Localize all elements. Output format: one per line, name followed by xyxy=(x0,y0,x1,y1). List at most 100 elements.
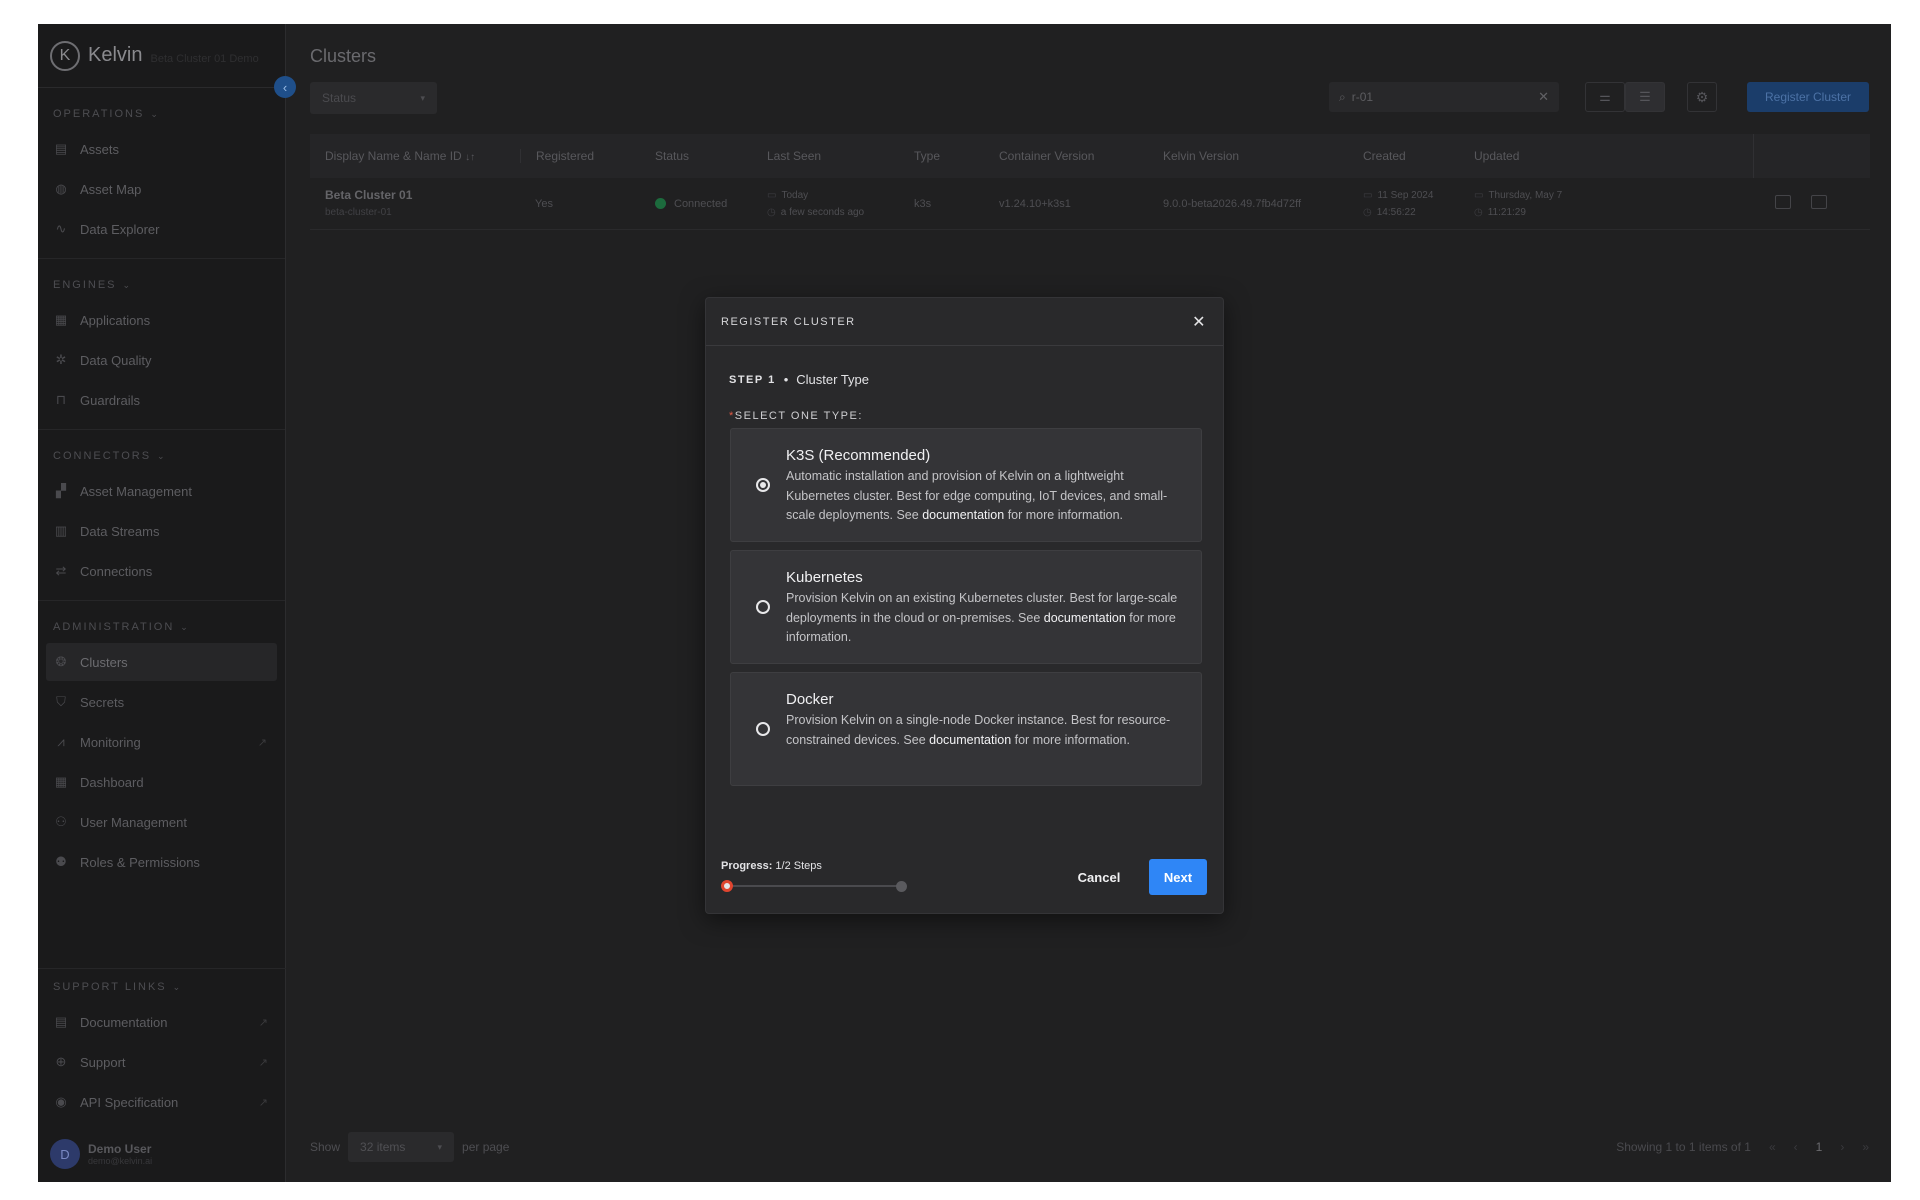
documentation-link[interactable]: documentation xyxy=(1044,611,1126,625)
documentation-link[interactable]: documentation xyxy=(922,508,1004,522)
sidebar-item-user-management[interactable]: ⚇ User Management xyxy=(46,803,277,841)
logo[interactable]: K Kelvin Beta Cluster 01 Demo xyxy=(38,24,285,88)
col-created[interactable]: Created xyxy=(1348,149,1459,163)
sidebar-item-roles-permissions[interactable]: ⚉ Roles & Permissions xyxy=(46,843,277,881)
sidebar-item-dashboard[interactable]: ▦ Dashboard xyxy=(46,763,277,801)
sidebar-item-documentation[interactable]: ▤ Documentation ↗ xyxy=(46,1003,278,1041)
first-page-icon[interactable]: « xyxy=(1769,1140,1776,1154)
clusters-icon: ❂ xyxy=(55,654,67,669)
col-kelvin-version[interactable]: Kelvin Version xyxy=(1148,149,1348,163)
logo-subtitle: Beta Cluster 01 Demo xyxy=(150,52,259,65)
progress-final-step xyxy=(896,881,907,892)
section-title-engines[interactable]: ENGINES ⌄ xyxy=(38,267,285,299)
user-profile[interactable]: D Demo User demo@kelvin.ai xyxy=(38,1126,286,1182)
cell-status: Connected xyxy=(640,198,752,210)
lifebuoy-icon: ⊕ xyxy=(55,1054,67,1069)
section-administration: ADMINISTRATION ⌄ ❂ Clusters ⛉ Secrets ⩘ Moni… xyxy=(38,601,285,891)
barrier-icon: ⊓ xyxy=(55,392,67,407)
prev-page-icon[interactable]: ‹ xyxy=(1794,1140,1798,1154)
page-number[interactable]: 1 xyxy=(1816,1140,1823,1154)
chevron-down-icon: ⌄ xyxy=(150,108,160,119)
external-link-icon: ↗ xyxy=(258,1056,268,1069)
external-link-icon: ↗ xyxy=(258,1016,268,1029)
cell-updated: ▭ Thursday, May 7 ◷ 11:21:29 xyxy=(1474,189,1563,218)
sidebar-item-data-quality[interactable]: ✲ Data Quality xyxy=(46,341,277,379)
collapse-sidebar-button[interactable]: ‹ xyxy=(274,76,296,98)
clear-search-icon[interactable]: ✕ xyxy=(1538,89,1549,105)
section-title-connectors[interactable]: CONNECTORS ⌄ xyxy=(38,438,285,470)
option-docker[interactable]: Docker Provision Kelvin on a single-node… xyxy=(730,672,1202,786)
option-k3s[interactable]: K3S (Recommended) Automatic installation… xyxy=(730,428,1202,542)
next-button[interactable]: Next xyxy=(1149,859,1207,895)
radio-k3s[interactable] xyxy=(756,478,770,492)
sidebar-item-applications[interactable]: ▦ Applications xyxy=(46,301,277,339)
sidebar-item-support[interactable]: ⊕ Support ↗ xyxy=(46,1043,278,1081)
table-row[interactable]: Beta Cluster 01 beta-cluster-01 Yes Conn… xyxy=(310,178,1870,230)
sidebar-item-secrets[interactable]: ⛉ Secrets xyxy=(46,683,277,721)
compact-view-button[interactable]: ⚌ xyxy=(1585,82,1625,112)
chevron-left-icon: ‹ xyxy=(282,79,288,95)
option-kubernetes[interactable]: Kubernetes Provision Kelvin on an existi… xyxy=(730,550,1202,664)
col-registered[interactable]: Registered xyxy=(520,149,640,163)
clock-icon: ◷ xyxy=(1363,206,1372,218)
search-input[interactable]: ⌕ r-01 ✕ xyxy=(1329,82,1559,112)
cancel-button[interactable]: Cancel xyxy=(1064,859,1134,895)
col-display-name[interactable]: Display Name & Name ID ↓↑ xyxy=(310,149,520,163)
section-connectors: CONNECTORS ⌄ ▞ Asset Management ▥ Data Stre… xyxy=(38,430,285,601)
search-value: r-01 xyxy=(1351,90,1374,104)
globe-icon: ◍ xyxy=(55,181,67,196)
pulse-icon: ∿ xyxy=(55,221,67,236)
sidebar-item-connections[interactable]: ⇄ Connections xyxy=(46,552,277,590)
sidebar-item-asset-map[interactable]: ◍ Asset Map xyxy=(46,170,277,208)
sidebar-item-clusters[interactable]: ❂ Clusters xyxy=(46,643,277,681)
caret-down-icon: ▾ xyxy=(437,1141,443,1152)
section-engines: ENGINES ⌄ ▦ Applications ✲ Data Quality ⊓ Gu… xyxy=(38,259,285,430)
col-last-seen[interactable]: Last Seen xyxy=(752,149,899,163)
connections-icon: ⇄ xyxy=(55,563,67,578)
kelvin-logo-icon: K xyxy=(50,40,80,71)
radio-docker[interactable] xyxy=(756,722,770,736)
option-title: K3S (Recommended) xyxy=(786,447,931,464)
register-cluster-modal: REGISTER CLUSTER ✕ STEP 1 • Cluster Type *… xyxy=(705,297,1224,914)
documentation-link[interactable]: documentation xyxy=(929,733,1011,747)
close-icon[interactable]: ✕ xyxy=(1192,312,1207,332)
section-title-support[interactable]: SUPPORT LINKS ⌄ xyxy=(38,969,286,1001)
col-container-version[interactable]: Container Version xyxy=(984,149,1148,163)
chart-icon[interactable] xyxy=(1811,195,1827,209)
list-view-button[interactable]: ☰ xyxy=(1625,82,1665,112)
dashboard-icon: ▦ xyxy=(54,774,68,789)
terminal-icon[interactable] xyxy=(1775,195,1791,209)
search-icon: ⌕ xyxy=(1339,89,1346,104)
register-cluster-button[interactable]: Register Cluster xyxy=(1747,82,1869,112)
table-header: Display Name & Name ID ↓↑ Registered Sta… xyxy=(310,134,1870,178)
col-type[interactable]: Type xyxy=(899,149,984,163)
page-title: Clusters xyxy=(310,46,377,66)
section-title-operations[interactable]: OPERATIONS ⌄ xyxy=(38,96,285,128)
per-page-dropdown[interactable]: 32 items ▾ xyxy=(348,1132,455,1162)
api-icon: ◉ xyxy=(55,1094,67,1109)
option-description: Automatic installation and provision of … xyxy=(786,469,1168,522)
sidebar-item-monitoring[interactable]: ⩘ Monitoring ↗ xyxy=(46,723,277,761)
sidebar-item-assets[interactable]: ▤ Assets xyxy=(46,130,277,168)
col-status[interactable]: Status xyxy=(640,149,752,163)
sidebar-item-data-explorer[interactable]: ∿ Data Explorer xyxy=(46,210,277,248)
step-indicator: STEP 1 • Cluster Type xyxy=(729,372,870,387)
sort-icon: ↓↑ xyxy=(465,152,476,163)
sidebar-item-data-streams[interactable]: ▥ Data Streams xyxy=(46,512,277,550)
section-title-administration[interactable]: ADMINISTRATION ⌄ xyxy=(38,609,285,641)
last-page-icon[interactable]: » xyxy=(1862,1140,1869,1154)
compact-view-icon: ⚌ xyxy=(1599,89,1611,104)
radio-kubernetes[interactable] xyxy=(756,600,770,614)
col-updated[interactable]: Updated xyxy=(1459,149,1753,163)
option-description: Provision Kelvin on a single-node Docker… xyxy=(786,713,1171,747)
users-icon: ⚇ xyxy=(55,814,67,829)
cell-container-version: v1.24.10+k3s1 xyxy=(999,197,1071,210)
sidebar-item-guardrails[interactable]: ⊓ Guardrails xyxy=(46,381,277,419)
next-page-icon[interactable]: › xyxy=(1840,1140,1844,1154)
status-filter-dropdown[interactable]: Status ▾ xyxy=(310,82,437,114)
section-support-links: SUPPORT LINKS ⌄ ▤ Documentation ↗ ⊕ Support ↗… xyxy=(38,968,286,1123)
settings-button[interactable]: ⚙ xyxy=(1687,82,1717,112)
sidebar-item-api-specification[interactable]: ◉ API Specification ↗ xyxy=(46,1083,278,1121)
sidebar-item-asset-management[interactable]: ▞ Asset Management xyxy=(46,472,277,510)
calendar-icon: ▭ xyxy=(1363,189,1373,201)
